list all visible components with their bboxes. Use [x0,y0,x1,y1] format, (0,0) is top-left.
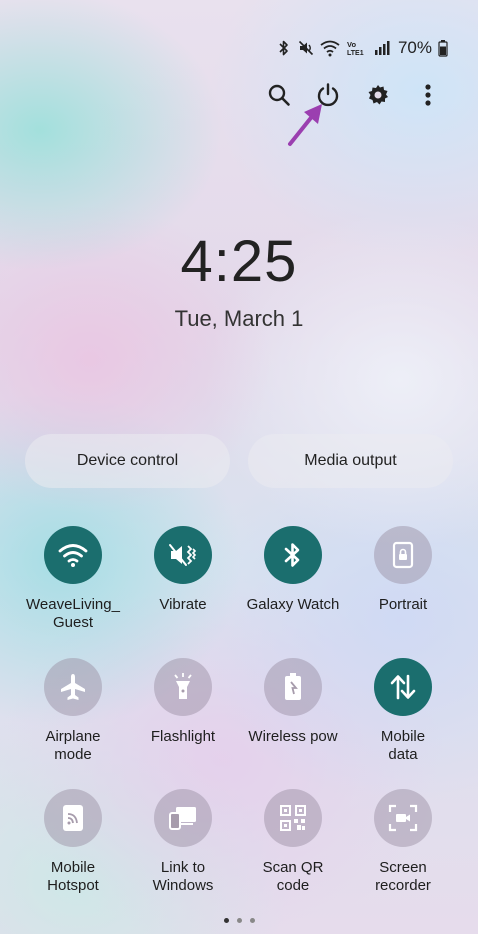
clock-time: 4:25 [180,229,298,294]
screen-recorder-icon [388,804,418,832]
clock-date: Tue, March 1 [174,306,304,331]
tile-bluetooth-toggle[interactable] [264,526,322,584]
tile-mobile-data-toggle[interactable] [374,658,432,716]
tile-label: Flashlight [150,728,216,745]
tile-portrait-toggle[interactable] [374,526,432,584]
bluetooth-icon [284,543,300,567]
wifi-icon [58,544,88,567]
device-control-button[interactable]: Device control [25,434,230,488]
tile-label: Vibrate [159,596,207,613]
tile-portrait[interactable]: Portrait [348,526,458,614]
page-dot[interactable] [223,918,229,923]
tile-label: Mobile Hotspot [47,859,99,894]
page-dot[interactable] [249,918,255,923]
more-options-button[interactable] [411,78,445,112]
flashlight-icon [174,673,192,699]
airplane-icon [61,674,85,700]
status-bar: Vo LTE1 70% [276,36,448,60]
tile-bluetooth[interactable]: Galaxy Watch [238,526,348,614]
tile-airplane-mode[interactable]: Airplane mode [18,658,128,764]
svg-text:Vo: Vo [347,40,356,49]
tile-link-to-windows-toggle[interactable] [154,789,212,847]
tile-label: Airplane mode [45,728,101,763]
settings-button[interactable] [361,78,395,112]
tile-wireless-power[interactable]: Wireless pow [238,658,348,746]
tile-label: Mobile data [380,728,426,763]
page-indicator [0,918,478,923]
gear-icon [368,85,388,105]
tile-label: Portrait [378,596,428,613]
wifi-icon [320,40,340,57]
vibrate-icon [169,544,197,566]
battery-percentage: 70% [397,38,432,57]
tile-label: Galaxy Watch [246,596,340,613]
tile-mobile-data[interactable]: Mobile data [348,658,458,764]
tile-flashlight[interactable]: Flashlight [128,658,238,746]
qr-code-icon [280,805,306,831]
tile-airplane-mode-toggle[interactable] [44,658,102,716]
battery-icon [438,40,448,57]
wireless-power-icon [285,673,301,700]
tile-wifi[interactable]: WeaveLiving_ Guest [18,526,128,632]
tile-mobile-hotspot-toggle[interactable] [44,789,102,847]
page-dot[interactable] [236,918,242,923]
more-vert-icon [425,84,431,106]
tile-wifi-toggle[interactable] [44,526,102,584]
tile-wireless-power-toggle[interactable] [264,658,322,716]
bluetooth-icon [279,40,288,56]
tile-vibrate-toggle[interactable] [154,526,212,584]
link-to-windows-icon [169,807,196,830]
tile-vibrate[interactable]: Vibrate [128,526,238,614]
tile-link-to-windows[interactable]: Link to Windows [128,789,238,895]
portrait-lock-icon [392,541,414,569]
tile-label: Screen recorder [375,859,431,894]
tile-mobile-hotspot[interactable]: Mobile Hotspot [18,789,128,895]
tile-screen-recorder-toggle[interactable] [374,789,432,847]
tile-label: Scan QR code [262,859,324,894]
mute-icon [298,40,314,56]
quick-panel-toolbar [0,78,478,112]
svg-text:LTE1: LTE1 [347,50,364,57]
mobile-data-icon [390,674,416,700]
signal-icon [374,41,390,55]
tile-label: WeaveLiving_ Guest [26,596,120,631]
tile-label: Link to Windows [152,859,214,894]
volte-icon: Vo LTE1 [347,40,364,57]
tile-scan-qr-code[interactable]: Scan QR code [238,789,348,895]
annotation-arrow-icon [288,104,322,146]
hotspot-icon [63,805,83,831]
media-output-button[interactable]: Media output [248,434,453,488]
tile-label: Wireless pow [248,728,338,745]
tile-flashlight-toggle[interactable] [154,658,212,716]
tile-screen-recorder[interactable]: Screen recorder [348,789,458,895]
tile-scan-qr-code-toggle[interactable] [264,789,322,847]
